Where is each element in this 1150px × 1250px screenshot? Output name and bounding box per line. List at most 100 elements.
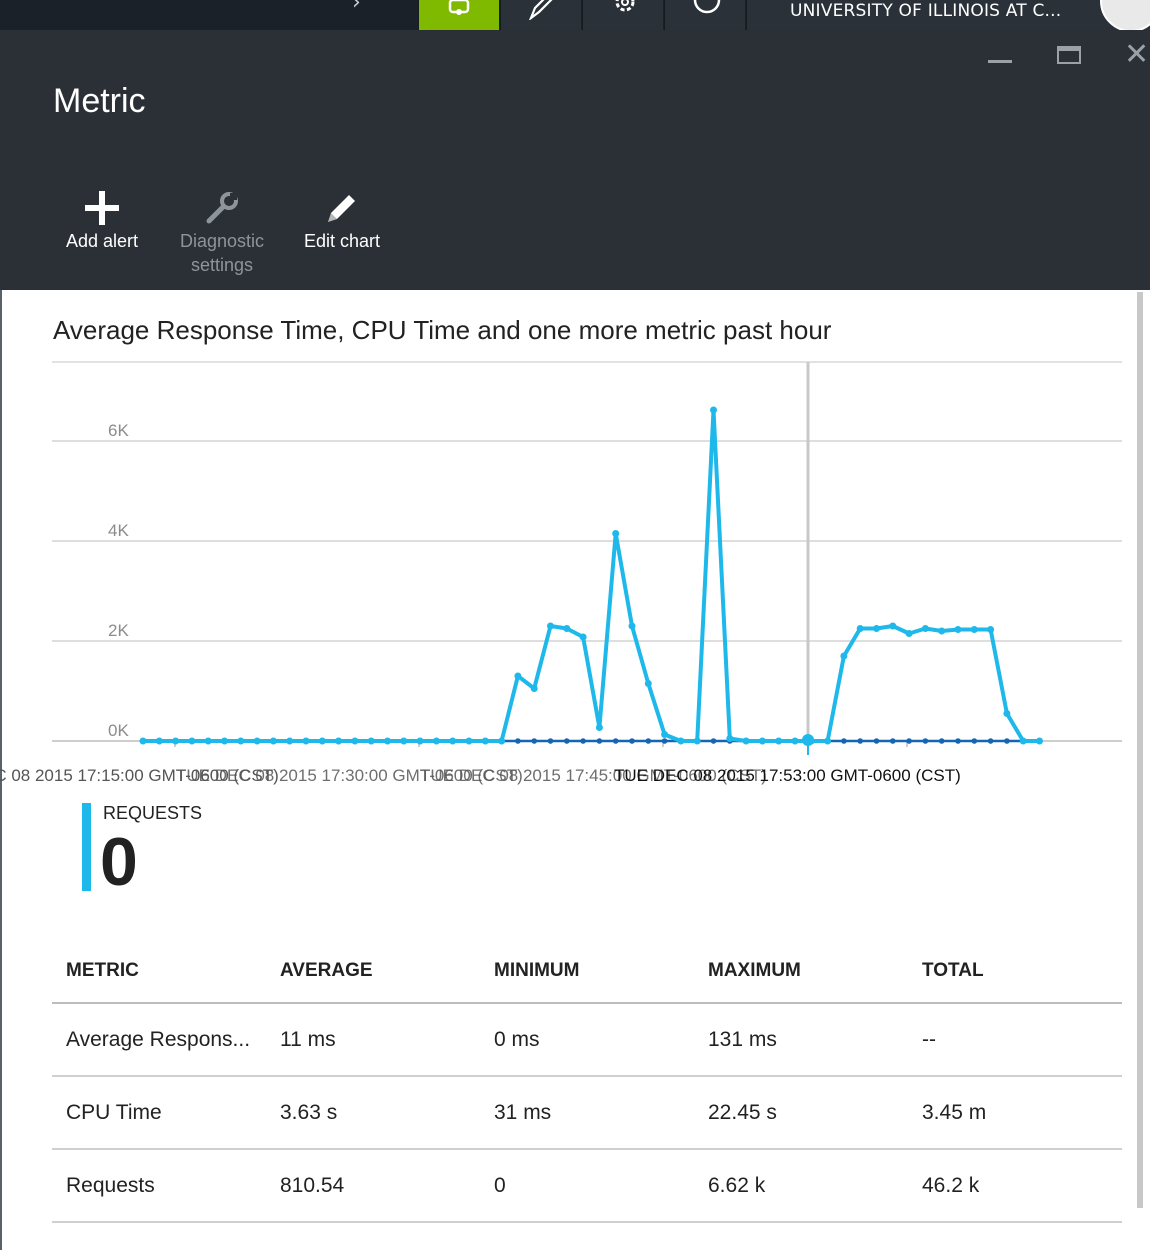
data-point	[221, 737, 228, 745]
data-point	[384, 737, 391, 745]
series-line	[143, 408, 1040, 743]
kpi-label: REQUESTS	[103, 803, 203, 823]
tenant-name[interactable]: UNIVERSITY OF ILLINOIS AT C...	[790, 0, 1061, 22]
data-point	[612, 738, 619, 744]
table-row[interactable]: Average Respons... 11 ms 0 ms 131 ms --	[52, 1003, 1122, 1077]
data-point	[530, 685, 538, 692]
maximize-button[interactable]	[1057, 46, 1081, 64]
data-point	[629, 738, 635, 744]
data-point	[515, 738, 521, 744]
data-point	[970, 626, 978, 633]
data-point	[498, 737, 506, 745]
gear-icon	[615, 0, 635, 12]
table-cell: Average Respons...	[52, 1003, 266, 1077]
data-point	[628, 622, 636, 630]
edit-chart-label: Edit chart	[303, 231, 381, 251]
data-point	[710, 738, 717, 744]
y-tick-label: 6K	[108, 421, 129, 440]
close-button[interactable]: ✕	[1124, 40, 1149, 70]
data-point	[987, 738, 994, 744]
data-point	[563, 625, 571, 632]
pen-icon	[529, 0, 553, 20]
data-point	[172, 737, 180, 745]
nav-edit-button[interactable]	[500, 0, 581, 30]
data-point	[400, 737, 408, 745]
hover-time-label: TUE DEC 08 2015 17:53:00 GMT-0600 (CST)	[614, 766, 961, 785]
nav-settings-button[interactable]	[582, 0, 663, 30]
table-row[interactable]: Requests 810.54 0 6.62 k 46.2 k	[52, 1149, 1122, 1223]
data-point	[564, 738, 570, 744]
data-point	[954, 626, 962, 633]
column-header[interactable]: METRIC	[52, 940, 266, 1004]
data-point	[890, 738, 896, 744]
kpi-color-bar	[82, 803, 91, 891]
minimize-button[interactable]	[988, 60, 1012, 63]
data-point	[318, 737, 326, 745]
data-point	[155, 737, 163, 745]
blade-header: ✕ Metric Add alert Diagnostic settings E…	[0, 30, 1150, 290]
metric-chart[interactable]: 6K4K2K0K TUE DEC 08 2015 17:15:00 GMT-06…	[0, 360, 1150, 790]
data-point	[286, 737, 294, 745]
column-header[interactable]: MINIMUM	[480, 940, 694, 1004]
data-point	[1004, 738, 1010, 744]
table-cell: --	[908, 1003, 1122, 1077]
edit-chart-button[interactable]: Edit chart	[287, 185, 397, 253]
data-point	[661, 738, 668, 744]
chart-series	[139, 406, 1043, 746]
data-point	[791, 737, 799, 745]
data-point	[579, 633, 587, 641]
table-cell: 6.62 k	[694, 1149, 908, 1223]
data-point	[253, 737, 261, 745]
data-point	[1003, 710, 1011, 717]
data-point	[857, 738, 863, 744]
data-point	[1019, 737, 1027, 745]
data-point	[873, 625, 880, 632]
table-row[interactable]: CPU Time 3.63 s 31 ms 22.45 s 3.45 m	[52, 1076, 1122, 1150]
data-point	[938, 738, 945, 744]
kpi-value: 0	[100, 824, 138, 900]
table-cell: 810.54	[266, 1149, 480, 1223]
data-point	[824, 737, 832, 745]
nav-notifications-button[interactable]	[418, 0, 499, 30]
chevron-right-icon[interactable]: ›	[352, 0, 361, 15]
plus-icon	[47, 185, 157, 225]
data-point	[710, 406, 717, 414]
diagnostic-settings-label: Diagnostic settings	[179, 231, 265, 275]
data-point	[905, 630, 913, 637]
add-alert-button[interactable]: Add alert	[47, 185, 157, 253]
data-point	[302, 737, 310, 745]
table-cell: 131 ms	[694, 1003, 908, 1077]
bell-icon	[448, 0, 470, 15]
table-cell: 46.2 k	[908, 1149, 1122, 1223]
table-cell: 0 ms	[480, 1003, 694, 1077]
data-point	[204, 737, 212, 745]
data-point	[449, 737, 457, 745]
help-icon	[693, 0, 721, 14]
wrench-icon	[167, 185, 277, 225]
data-point	[481, 737, 489, 745]
chart-title: Average Response Time, CPU Time and one …	[53, 315, 832, 345]
data-point	[841, 738, 847, 744]
data-point	[188, 737, 196, 745]
data-point	[938, 627, 946, 635]
data-point	[269, 737, 277, 745]
data-point	[645, 738, 652, 744]
data-point	[432, 737, 440, 745]
data-point	[840, 652, 848, 660]
data-point	[889, 622, 897, 630]
data-point	[367, 737, 375, 745]
blade-title: Metric	[53, 82, 146, 120]
table-cell: 22.45 s	[694, 1076, 908, 1150]
table-cell: 11 ms	[266, 1003, 480, 1077]
column-header[interactable]: TOTAL	[908, 940, 1122, 1004]
column-header[interactable]: MAXIMUM	[694, 940, 908, 1004]
nav-help-button[interactable]	[664, 0, 745, 30]
y-tick-label: 4K	[108, 521, 129, 540]
data-point	[1036, 737, 1043, 745]
data-point	[726, 735, 734, 742]
column-header[interactable]: AVERAGE	[266, 940, 480, 1004]
breadcrumb[interactable]: ······ ···	[30, 0, 114, 10]
data-point	[644, 680, 652, 687]
table-cell: 0	[480, 1149, 694, 1223]
data-point	[335, 737, 343, 745]
